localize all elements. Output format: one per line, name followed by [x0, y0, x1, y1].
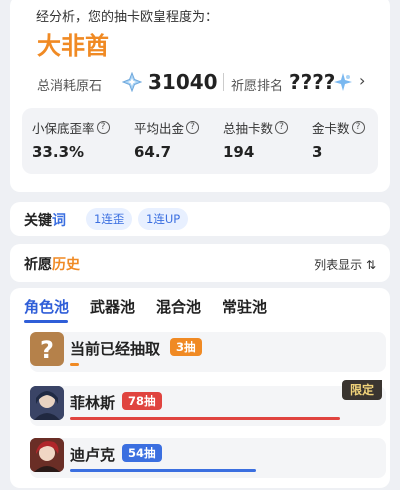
stat-total-pulls: 总抽卡数? 194	[223, 118, 289, 161]
stat-label: 小保底歪率	[32, 121, 95, 136]
history-header: 祈愿历史 列表显示 ⇅	[10, 244, 390, 282]
total-cost-value: 31040	[148, 70, 218, 94]
chevron-right-icon[interactable]: ›	[359, 71, 365, 90]
tab-character-pool[interactable]: 角色池	[24, 296, 69, 317]
keywords-card: 关键词 1连歪 1连UP	[10, 202, 390, 236]
keywords-title: 关键词	[24, 213, 66, 229]
entry-name: 迪卢克	[70, 446, 116, 464]
history-title: 祈愿历史	[24, 257, 80, 273]
stat-pity-rate: 小保底歪率? 33.3%	[32, 118, 110, 161]
wish-rank-label: 祈愿排名	[231, 79, 284, 94]
help-icon[interactable]: ?	[186, 121, 200, 134]
stat-value: 33.3%	[32, 143, 85, 161]
primogem-icon	[122, 72, 142, 92]
pool-panel: 角色池 武器池 混合池 常驻池 ? 当前已经抽取 3抽 菲林斯 78抽 限定 迪…	[10, 288, 390, 488]
svg-text:?: ?	[40, 336, 54, 364]
pull-count-badge: 54抽	[122, 444, 162, 462]
limited-badge: 限定	[341, 380, 382, 400]
stat-label: 总抽卡数	[223, 121, 274, 136]
pull-entry-limited[interactable]: 菲林斯 78抽 限定	[30, 380, 386, 426]
wish-rank-value: ????	[289, 70, 336, 94]
pull-progress-bar	[70, 363, 79, 366]
pull-entry-current[interactable]: ? 当前已经抽取 3抽	[30, 332, 386, 372]
stat-value: 3	[312, 143, 323, 161]
stat-value: 64.7	[134, 143, 172, 161]
tab-mixed-pool[interactable]: 混合池	[156, 296, 201, 317]
tab-weapon-pool[interactable]: 武器池	[90, 296, 135, 317]
stat-avg-gold: 平均出金? 64.7	[134, 118, 200, 161]
keyword-tag[interactable]: 1连UP	[138, 208, 189, 230]
pull-entry-standard[interactable]: 迪卢克 54抽	[30, 438, 386, 478]
rank-title: 大非酋	[37, 32, 109, 60]
pull-progress-bar	[70, 469, 256, 472]
unknown-avatar-icon: ?	[30, 332, 64, 366]
help-icon[interactable]: ?	[351, 121, 365, 134]
summary-stats-row: 总消耗原石 31040 祈愿排名 ???? ›	[37, 70, 377, 94]
entry-name: 当前已经抽取	[70, 340, 161, 358]
total-cost-label: 总消耗原石	[37, 79, 103, 94]
active-tab-indicator	[24, 320, 68, 323]
character-avatar	[30, 386, 64, 420]
pull-progress-bar	[70, 417, 340, 420]
help-icon[interactable]: ?	[96, 121, 110, 134]
stats-grid: 小保底歪率? 33.3% 平均出金? 64.7 总抽卡数? 194 金卡数? 3	[22, 108, 378, 174]
pull-count-badge: 3抽	[170, 338, 202, 356]
analysis-caption: 经分析，您的抽卡欧皇程度为：	[36, 10, 219, 25]
stat-value: 194	[223, 143, 255, 161]
divider	[223, 73, 224, 91]
keyword-tag[interactable]: 1连歪	[86, 208, 133, 230]
help-icon[interactable]: ?	[275, 121, 289, 134]
stat-label: 金卡数	[312, 121, 350, 136]
stat-gold-count: 金卡数? 3	[312, 118, 365, 161]
pull-count-badge: 78抽	[122, 392, 162, 410]
stat-label: 平均出金	[134, 121, 185, 136]
character-avatar	[30, 438, 64, 472]
entry-name: 菲林斯	[70, 394, 116, 412]
star-icon	[334, 73, 352, 91]
tab-standard-pool[interactable]: 常驻池	[222, 296, 267, 317]
summary-card: 经分析，您的抽卡欧皇程度为： 大非酋 总消耗原石 31040 祈愿排名 ????…	[10, 0, 390, 192]
list-view-toggle[interactable]: 列表显示 ⇅	[314, 256, 376, 273]
